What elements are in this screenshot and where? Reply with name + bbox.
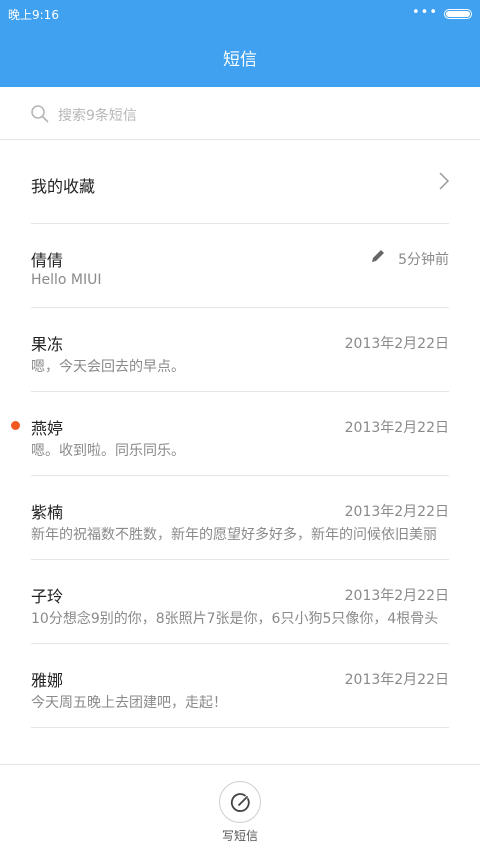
search-input[interactable]: 搜索9条短信 xyxy=(58,105,137,125)
message-preview: 今天周五晚上去团建吧，走起！ xyxy=(31,695,227,711)
status-time: 晚上9:16 xyxy=(8,8,59,22)
contact-name: 紫楠 xyxy=(31,503,64,522)
unread-dot-icon xyxy=(11,421,20,430)
conversation-item[interactable]: 子玲 2013年2月22日 10分想念9别的你，8张照片7张是你，6只小狗5只像… xyxy=(0,560,480,644)
status-bar: 晚上9:16 ••• xyxy=(0,0,480,28)
battery-icon xyxy=(444,9,472,19)
messages-screen: 晚上9:16 ••• 短信 搜索9条短信 我的收藏 倩倩 5分钟前 Hello … xyxy=(0,0,480,853)
conversation-item[interactable]: 雅娜 2013年2月22日 今天周五晚上去团建吧，走起！ xyxy=(0,644,480,728)
message-date: 2013年2月22日 xyxy=(344,504,449,520)
conversation-item[interactable]: 倩倩 5分钟前 Hello MIUI xyxy=(0,224,480,308)
compose-icon xyxy=(230,793,250,812)
contact-name: 倩倩 xyxy=(31,251,64,270)
chevron-right-icon xyxy=(439,172,450,190)
message-preview: 嗯。收到啦。同乐同乐。 xyxy=(31,443,185,459)
compose-button[interactable] xyxy=(219,781,261,823)
contact-name: 雅娜 xyxy=(31,671,64,690)
message-preview: Hello MIUI xyxy=(31,272,102,288)
message-date: 2013年2月22日 xyxy=(344,420,449,436)
message-time: 5分钟前 xyxy=(398,252,449,268)
message-preview: 嗯，今天会回去的早点。 xyxy=(31,359,185,375)
contact-name: 燕婷 xyxy=(31,419,64,438)
page-title: 短信 xyxy=(223,50,257,70)
conversation-item[interactable]: 燕婷 2013年2月22日 嗯。收到啦。同乐同乐。 xyxy=(0,392,480,476)
signal-dots-icon: ••• xyxy=(411,5,438,20)
divider xyxy=(31,727,449,728)
favorites-label: 我的收藏 xyxy=(31,177,96,196)
conversation-item[interactable]: 紫楠 2013年2月22日 新年的祝福数不胜数，新年的愿望好多好多，新年的问候依… xyxy=(0,476,480,560)
conversation-item[interactable]: 果冻 2013年2月22日 嗯，今天会回去的早点。 xyxy=(0,308,480,392)
pencil-icon xyxy=(372,250,384,262)
search-icon xyxy=(31,105,49,123)
message-date: 2013年2月22日 xyxy=(344,588,449,604)
message-preview: 10分想念9别的你，8张照片7张是你，6只小狗5只像你，4根骨头 xyxy=(31,611,439,627)
contact-name: 子玲 xyxy=(31,587,64,606)
contact-name: 果冻 xyxy=(31,335,64,354)
bottom-bar: 写短信 xyxy=(0,764,480,853)
message-date: 2013年2月22日 xyxy=(344,336,449,352)
app-header: 晚上9:16 ••• 短信 xyxy=(0,0,480,87)
search-bar[interactable]: 搜索9条短信 xyxy=(0,87,480,140)
message-preview: 新年的祝福数不胜数，新年的愿望好多好多，新年的问候依旧美丽 xyxy=(31,527,437,543)
compose-label: 写短信 xyxy=(221,829,258,843)
message-date: 2013年2月22日 xyxy=(344,672,449,688)
favorites-item[interactable]: 我的收藏 xyxy=(0,140,480,224)
